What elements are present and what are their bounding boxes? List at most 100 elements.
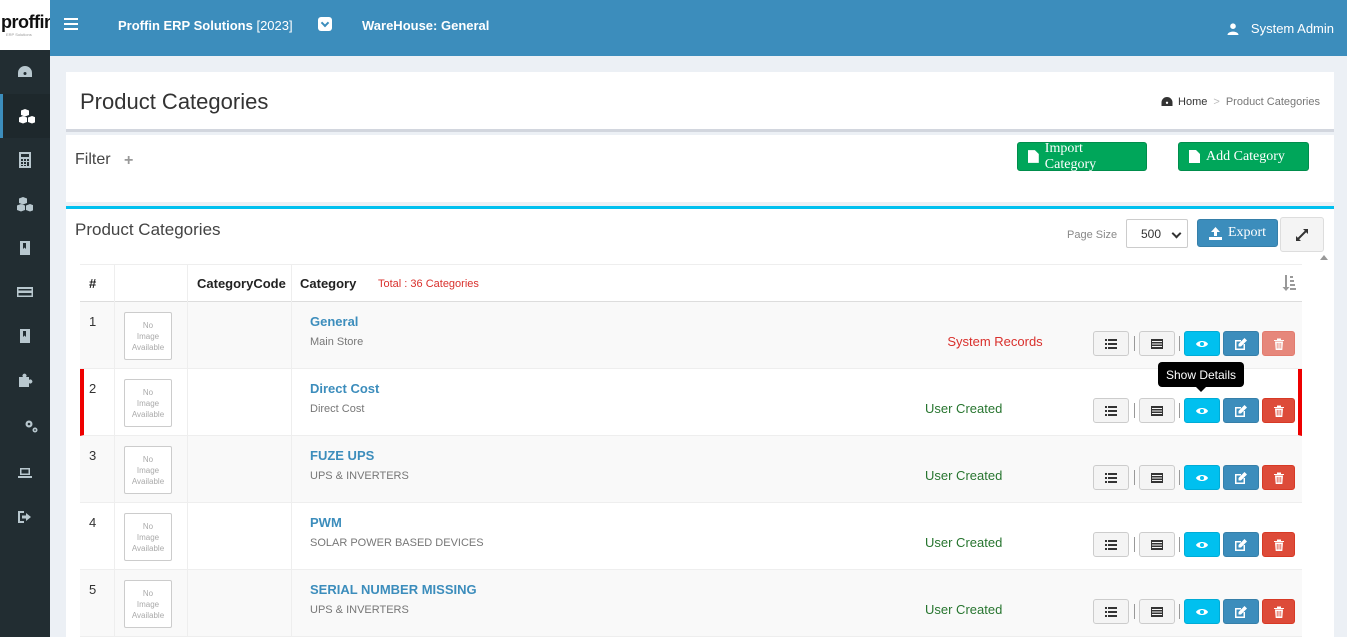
expand-filter-icon[interactable]: + [124,152,133,170]
delete-button[interactable] [1262,599,1295,624]
sidebar-item-2[interactable] [0,94,50,138]
list-button[interactable] [1093,398,1129,423]
sort-icon[interactable] [1282,275,1296,291]
edit-button[interactable] [1223,331,1259,356]
dashboard-icon [18,66,32,77]
fullscreen-button[interactable] [1280,217,1324,252]
category-name-link[interactable]: PWM [310,515,342,530]
category-description: Main Store [310,336,364,348]
category-name-link[interactable]: General [310,314,358,329]
sidebar-item-9[interactable] [0,404,50,448]
record-status: User Created [925,602,1003,617]
categories-panel: Product Categories Page Size 500 Export … [66,206,1334,637]
edit-icon [1235,538,1247,551]
column-category[interactable]: Category [300,276,356,291]
user-menu[interactable]: System Admin [1227,21,1334,36]
column-category-code[interactable]: CategoryCode [197,276,286,291]
edit-icon [1235,404,1247,417]
top-navbar: Proffin ERP Solutions [2023] WareHouse: … [50,0,1347,56]
export-label: Export [1227,225,1267,240]
category-name-link[interactable]: Direct Cost [310,381,379,396]
credit-card-icon [17,287,33,297]
logo-tagline: ERP Solutions [6,32,32,37]
row-number: 4 [89,515,97,530]
edit-button[interactable] [1223,398,1259,423]
delete-button[interactable] [1262,465,1295,490]
sidebar-item-10[interactable] [0,451,50,495]
sidebar-item-4[interactable] [0,182,50,226]
delete-button[interactable] [1262,398,1295,423]
category-description: UPS & INVERTERS [310,470,409,482]
add-category-label: Add Category [1206,148,1285,164]
delete-button[interactable] [1262,532,1295,557]
show-details-button[interactable] [1184,465,1220,490]
list-icon [1105,405,1117,416]
row-number: 1 [89,314,97,329]
breadcrumb-home[interactable]: Home [1161,96,1207,108]
eye-icon [1196,407,1208,414]
table-header: # CategoryCode Category Total : 36 Categ… [80,264,1302,303]
eye-icon [1196,340,1208,347]
edit-icon [1235,337,1247,350]
no-image-placeholder: No Image Available [124,580,172,628]
filter-label[interactable]: Filter [75,151,111,169]
sidebar-item-7[interactable] [0,314,50,358]
brand-logo[interactable]: proffin ERP Solutions [0,0,50,50]
scrollbar-up-arrow[interactable] [1320,255,1328,260]
details-card-button[interactable] [1139,532,1175,557]
menu-toggle-icon[interactable] [64,18,78,30]
list-button[interactable] [1093,599,1129,624]
file-icon [1028,150,1039,163]
category-name-link[interactable]: FUZE UPS [310,448,374,463]
warehouse-dropdown-icon[interactable] [318,17,332,31]
add-category-button[interactable]: Add Category [1178,142,1309,171]
cogs-icon [25,420,38,433]
sidebar-item-6[interactable] [0,270,50,314]
show-details-button[interactable] [1184,398,1220,423]
cubes-icon [17,197,33,212]
edit-button[interactable] [1223,465,1259,490]
details-card-button[interactable] [1139,599,1175,624]
category-description: SOLAR POWER BASED DEVICES [310,537,484,549]
details-card-button[interactable] [1139,398,1175,423]
categories-table: # CategoryCode Category Total : 36 Categ… [80,264,1302,637]
warehouse-selector[interactable]: WareHouse: General [362,18,489,33]
export-button[interactable]: Export [1197,219,1278,247]
sidebar-item-1[interactable] [0,50,50,94]
page-size-select[interactable]: 500 [1126,219,1188,248]
show-details-button[interactable] [1184,331,1220,356]
category-description: UPS & INVERTERS [310,604,409,616]
sidebar-item-11[interactable] [0,495,50,539]
list-icon [1105,539,1117,550]
app-title[interactable]: Proffin ERP Solutions [2023] [118,18,293,33]
category-description: Direct Cost [310,403,365,415]
details-card-button[interactable] [1139,465,1175,490]
list-button[interactable] [1093,465,1129,490]
delete-button[interactable] [1262,331,1295,356]
edit-button[interactable] [1223,532,1259,557]
show-details-button[interactable] [1184,532,1220,557]
show-details-tooltip: Show Details [1158,362,1244,392]
breadcrumb-home-label: Home [1178,96,1208,108]
details-card-button[interactable] [1139,331,1175,356]
content-header: Product Categories Home > Product Catego… [66,72,1334,132]
list-button[interactable] [1093,532,1129,557]
list-button[interactable] [1093,331,1129,356]
sidebar-item-3[interactable] [0,138,50,182]
record-status: System Records [947,334,1043,349]
table-row: 2 No Image Available Direct Cost Direct Cost U… [80,369,1302,436]
sidebar-item-8[interactable] [0,358,50,402]
category-name-link[interactable]: SERIAL NUMBER MISSING [310,582,477,597]
no-image-placeholder: No Image Available [124,379,172,427]
expand-icon [1296,228,1308,241]
page-title: Product Categories [80,89,269,114]
show-details-button[interactable] [1184,599,1220,624]
calculator-icon [19,152,31,168]
edit-button[interactable] [1223,599,1259,624]
card-icon [1151,338,1163,349]
total-count: Total : 36 Categories [378,278,479,290]
sidebar-item-5[interactable] [0,226,50,270]
table-row: 4 No Image Available PWM SOLAR POWER BASED DE… [80,503,1302,570]
import-category-button[interactable]: Import Category [1017,141,1147,172]
breadcrumb-current: Product Categories [1225,96,1320,108]
